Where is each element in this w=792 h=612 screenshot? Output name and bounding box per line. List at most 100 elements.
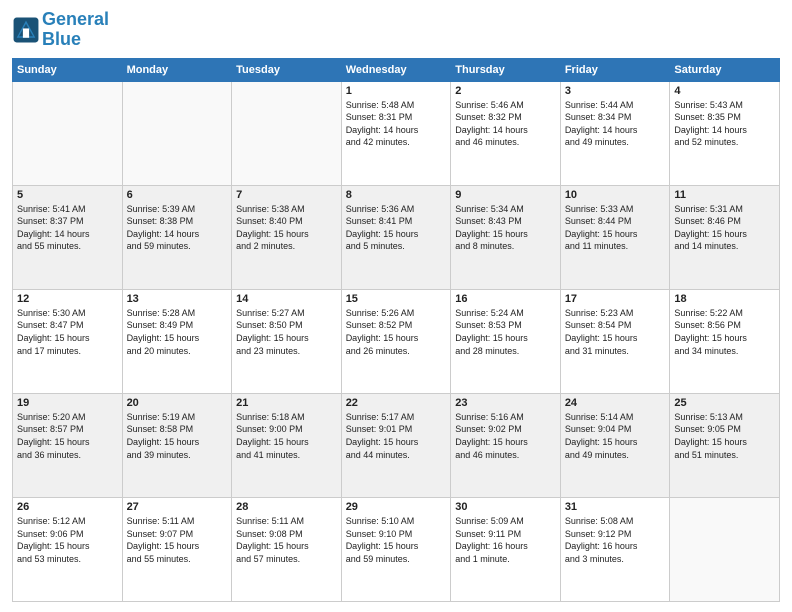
day-number: 14 bbox=[236, 293, 337, 305]
day-info: Sunrise: 5:12 AM Sunset: 9:06 PM Dayligh… bbox=[17, 515, 118, 565]
day-info: Sunrise: 5:22 AM Sunset: 8:56 PM Dayligh… bbox=[674, 307, 775, 357]
day-info: Sunrise: 5:19 AM Sunset: 8:58 PM Dayligh… bbox=[127, 411, 228, 461]
calendar-cell: 24 Sunrise: 5:14 AM Sunset: 9:04 PM Dayli… bbox=[560, 393, 670, 497]
day-info: Sunrise: 5:41 AM Sunset: 8:37 PM Dayligh… bbox=[17, 203, 118, 253]
day-info: Sunrise: 5:18 AM Sunset: 9:00 PM Dayligh… bbox=[236, 411, 337, 461]
day-number: 15 bbox=[346, 293, 447, 305]
calendar-cell: 4 Sunrise: 5:43 AM Sunset: 8:35 PM Daylig… bbox=[670, 81, 780, 185]
calendar-cell: 17 Sunrise: 5:23 AM Sunset: 8:54 PM Dayli… bbox=[560, 289, 670, 393]
day-info: Sunrise: 5:20 AM Sunset: 8:57 PM Dayligh… bbox=[17, 411, 118, 461]
week-row-5: 26 Sunrise: 5:12 AM Sunset: 9:06 PM Dayli… bbox=[13, 497, 780, 601]
day-info: Sunrise: 5:11 AM Sunset: 9:08 PM Dayligh… bbox=[236, 515, 337, 565]
day-info: Sunrise: 5:24 AM Sunset: 8:53 PM Dayligh… bbox=[455, 307, 556, 357]
calendar-cell: 16Sunrise: 5:24 AM Sunset: 8:53 PM Dayli… bbox=[451, 289, 561, 393]
week-row-2: 5 Sunrise: 5:41 AM Sunset: 8:37 PM Daylig… bbox=[13, 185, 780, 289]
day-info: Sunrise: 5:43 AM Sunset: 8:35 PM Dayligh… bbox=[674, 99, 775, 149]
calendar-cell: 29 Sunrise: 5:10 AM Sunset: 9:10 PM Dayli… bbox=[341, 497, 451, 601]
weekday-header-monday: Monday bbox=[122, 58, 232, 81]
day-number: 20 bbox=[127, 397, 228, 409]
logo-text: General bbox=[42, 10, 109, 30]
calendar-cell: 23 Sunrise: 5:16 AM Sunset: 9:02 PM Dayli… bbox=[451, 393, 561, 497]
calendar-cell: 9Sunrise: 5:34 AM Sunset: 8:43 PM Daylig… bbox=[451, 185, 561, 289]
header: General Blue bbox=[12, 10, 780, 50]
day-info: Sunrise: 5:10 AM Sunset: 9:10 PM Dayligh… bbox=[346, 515, 447, 565]
day-info: Sunrise: 5:44 AM Sunset: 8:34 PM Dayligh… bbox=[565, 99, 666, 149]
weekday-header-row: SundayMondayTuesdayWednesdayThursdayFrid… bbox=[13, 58, 780, 81]
week-row-4: 19 Sunrise: 5:20 AM Sunset: 8:57 PM Dayli… bbox=[13, 393, 780, 497]
day-number: 4 bbox=[674, 85, 775, 97]
day-number: 2 bbox=[455, 85, 556, 97]
day-info: Sunrise: 5:16 AM Sunset: 9:02 PM Dayligh… bbox=[455, 411, 556, 461]
day-number: 19 bbox=[17, 397, 118, 409]
day-info: Sunrise: 5:39 AM Sunset: 8:38 PM Dayligh… bbox=[127, 203, 228, 253]
day-info: Sunrise: 5:38 AM Sunset: 8:40 PM Dayligh… bbox=[236, 203, 337, 253]
day-number: 10 bbox=[565, 189, 666, 201]
day-info: Sunrise: 5:48 AM Sunset: 8:31 PM Dayligh… bbox=[346, 99, 447, 149]
week-row-3: 12 Sunrise: 5:30 AM Sunset: 8:47 PM Dayli… bbox=[13, 289, 780, 393]
calendar-cell: 10 Sunrise: 5:33 AM Sunset: 8:44 PM Dayli… bbox=[560, 185, 670, 289]
calendar-cell: 14 Sunrise: 5:27 AM Sunset: 8:50 PM Dayli… bbox=[232, 289, 342, 393]
calendar: SundayMondayTuesdayWednesdayThursdayFrid… bbox=[12, 58, 780, 602]
day-info: Sunrise: 5:13 AM Sunset: 9:05 PM Dayligh… bbox=[674, 411, 775, 461]
day-number: 27 bbox=[127, 501, 228, 513]
calendar-cell: 1 Sunrise: 5:48 AM Sunset: 8:31 PM Daylig… bbox=[341, 81, 451, 185]
day-number: 17 bbox=[565, 293, 666, 305]
day-info: Sunrise: 5:30 AM Sunset: 8:47 PM Dayligh… bbox=[17, 307, 118, 357]
calendar-cell: 6 Sunrise: 5:39 AM Sunset: 8:38 PM Daylig… bbox=[122, 185, 232, 289]
calendar-cell: 7Sunrise: 5:38 AM Sunset: 8:40 PM Daylig… bbox=[232, 185, 342, 289]
day-info: Sunrise: 5:09 AM Sunset: 9:11 PM Dayligh… bbox=[455, 515, 556, 565]
day-info: Sunrise: 5:36 AM Sunset: 8:41 PM Dayligh… bbox=[346, 203, 447, 253]
day-number: 21 bbox=[236, 397, 337, 409]
day-number: 28 bbox=[236, 501, 337, 513]
calendar-cell: 13 Sunrise: 5:28 AM Sunset: 8:49 PM Dayli… bbox=[122, 289, 232, 393]
day-number: 9 bbox=[455, 189, 556, 201]
calendar-cell: 20 Sunrise: 5:19 AM Sunset: 8:58 PM Dayli… bbox=[122, 393, 232, 497]
day-number: 29 bbox=[346, 501, 447, 513]
calendar-cell: 5 Sunrise: 5:41 AM Sunset: 8:37 PM Daylig… bbox=[13, 185, 123, 289]
day-info: Sunrise: 5:46 AM Sunset: 8:32 PM Dayligh… bbox=[455, 99, 556, 149]
day-number: 25 bbox=[674, 397, 775, 409]
calendar-cell: 26 Sunrise: 5:12 AM Sunset: 9:06 PM Dayli… bbox=[13, 497, 123, 601]
calendar-cell: 2 Sunrise: 5:46 AM Sunset: 8:32 PM Daylig… bbox=[451, 81, 561, 185]
day-info: Sunrise: 5:31 AM Sunset: 8:46 PM Dayligh… bbox=[674, 203, 775, 253]
calendar-cell: 31Sunrise: 5:08 AM Sunset: 9:12 PM Dayli… bbox=[560, 497, 670, 601]
calendar-cell: 8 Sunrise: 5:36 AM Sunset: 8:41 PM Daylig… bbox=[341, 185, 451, 289]
calendar-cell: 19 Sunrise: 5:20 AM Sunset: 8:57 PM Dayli… bbox=[13, 393, 123, 497]
day-info: Sunrise: 5:11 AM Sunset: 9:07 PM Dayligh… bbox=[127, 515, 228, 565]
page: General Blue SundayMondayTuesdayWednesda… bbox=[0, 0, 792, 612]
day-info: Sunrise: 5:26 AM Sunset: 8:52 PM Dayligh… bbox=[346, 307, 447, 357]
calendar-cell bbox=[232, 81, 342, 185]
day-number: 22 bbox=[346, 397, 447, 409]
day-number: 23 bbox=[455, 397, 556, 409]
day-number: 1 bbox=[346, 85, 447, 97]
day-number: 11 bbox=[674, 189, 775, 201]
day-info: Sunrise: 5:23 AM Sunset: 8:54 PM Dayligh… bbox=[565, 307, 666, 357]
calendar-cell: 25 Sunrise: 5:13 AM Sunset: 9:05 PM Dayli… bbox=[670, 393, 780, 497]
day-number: 6 bbox=[127, 189, 228, 201]
day-number: 12 bbox=[17, 293, 118, 305]
day-number: 13 bbox=[127, 293, 228, 305]
day-number: 26 bbox=[17, 501, 118, 513]
calendar-cell: 30 Sunrise: 5:09 AM Sunset: 9:11 PM Dayli… bbox=[451, 497, 561, 601]
logo-icon bbox=[12, 16, 40, 44]
calendar-cell: 28 Sunrise: 5:11 AM Sunset: 9:08 PM Dayli… bbox=[232, 497, 342, 601]
day-number: 30 bbox=[455, 501, 556, 513]
calendar-cell: 15 Sunrise: 5:26 AM Sunset: 8:52 PM Dayli… bbox=[341, 289, 451, 393]
day-info: Sunrise: 5:17 AM Sunset: 9:01 PM Dayligh… bbox=[346, 411, 447, 461]
day-info: Sunrise: 5:33 AM Sunset: 8:44 PM Dayligh… bbox=[565, 203, 666, 253]
day-info: Sunrise: 5:14 AM Sunset: 9:04 PM Dayligh… bbox=[565, 411, 666, 461]
logo-subtext: Blue bbox=[42, 30, 109, 50]
day-number: 3 bbox=[565, 85, 666, 97]
weekday-header-saturday: Saturday bbox=[670, 58, 780, 81]
day-info: Sunrise: 5:28 AM Sunset: 8:49 PM Dayligh… bbox=[127, 307, 228, 357]
day-info: Sunrise: 5:27 AM Sunset: 8:50 PM Dayligh… bbox=[236, 307, 337, 357]
calendar-cell: 3 Sunrise: 5:44 AM Sunset: 8:34 PM Daylig… bbox=[560, 81, 670, 185]
weekday-header-tuesday: Tuesday bbox=[232, 58, 342, 81]
day-number: 24 bbox=[565, 397, 666, 409]
day-number: 31 bbox=[565, 501, 666, 513]
weekday-header-sunday: Sunday bbox=[13, 58, 123, 81]
logo: General Blue bbox=[12, 10, 109, 50]
day-number: 5 bbox=[17, 189, 118, 201]
day-number: 8 bbox=[346, 189, 447, 201]
calendar-cell: 18Sunrise: 5:22 AM Sunset: 8:56 PM Dayli… bbox=[670, 289, 780, 393]
